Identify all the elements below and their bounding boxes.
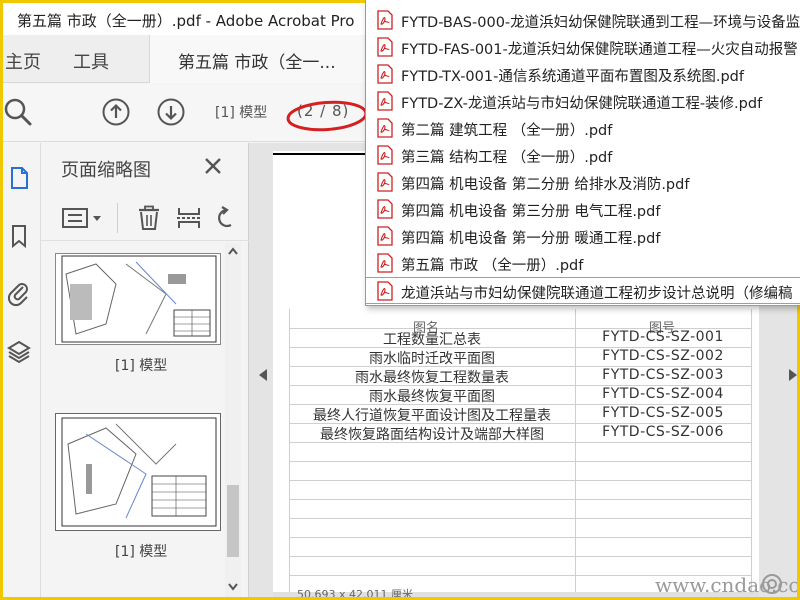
file-item[interactable]: 第四篇 机电设备 第二分册 给排水及消防.pdf	[366, 169, 800, 196]
page-thumbnail[interactable]	[55, 413, 221, 531]
thumbnail-label: [1] 模型	[115, 358, 168, 374]
pdf-file-icon	[377, 281, 393, 301]
scroll-up-icon[interactable]	[228, 247, 238, 255]
tab-tools[interactable]: 工具	[73, 48, 109, 74]
drawing-name: 最终人行道恢复平面设计图及工程量表	[313, 408, 551, 424]
window-title: 第五篇 市政（全一册）.pdf - Adobe Acrobat Pro	[17, 12, 355, 30]
recent-files-dropdown: FYTD-BAS-000-龙道浜妇幼保健院联通到工程—环境与设备监控 FYTD-…	[365, 0, 800, 306]
drawing-name: 工程数量汇总表	[383, 332, 481, 348]
trash-icon[interactable]	[135, 205, 163, 231]
arrow-down-circle-icon[interactable]	[156, 97, 186, 127]
page-label-input[interactable]: [1] 模型	[215, 102, 267, 122]
table-row: 工程数量汇总表 FYTD-CS-SZ-001	[289, 328, 751, 348]
file-item[interactable]: FYTD-TX-001-通信系统通道平面布置图及系统图.pdf	[366, 61, 800, 88]
table-gridline	[289, 480, 751, 481]
tab-document[interactable]: 第五篇 市政（全一...	[149, 35, 373, 83]
file-item[interactable]: FYTD-ZX-龙道浜站与市妇幼保健院联通道工程-装修.pdf	[366, 88, 800, 115]
table-row: 最终人行道恢复平面设计图及工程量表 FYTD-CS-SZ-005	[289, 404, 751, 424]
table-gridline	[289, 499, 751, 500]
arrow-up-circle-icon[interactable]	[101, 97, 131, 127]
navigation-rail	[3, 143, 41, 597]
file-name: 第二篇 建筑工程 （全一册）.pdf	[401, 123, 613, 139]
file-name: 第五篇 市政 （全一册）.pdf	[401, 258, 584, 274]
panel-title: 页面缩略图	[61, 160, 151, 181]
file-item[interactable]: 第四篇 机电设备 第一分册 暖通工程.pdf	[366, 223, 800, 250]
pdf-file-icon	[377, 253, 393, 273]
pdf-file-icon	[377, 64, 393, 84]
file-item[interactable]: 第四篇 机电设备 第三分册 电气工程.pdf	[366, 196, 800, 223]
file-name: FYTD-FAS-001-龙道浜妇幼保健院联通道工程—火灾自动报警	[401, 42, 798, 58]
thumbnail-toolbar	[41, 195, 249, 241]
table-gridline	[289, 537, 751, 538]
drawing-code: FYTD-CS-SZ-006	[602, 424, 724, 440]
file-name: 第四篇 机电设备 第三分册 电气工程.pdf	[401, 204, 661, 220]
file-item[interactable]: 第二篇 建筑工程 （全一册）.pdf	[366, 115, 800, 142]
table-gridline	[751, 309, 752, 597]
drawing-code: FYTD-CS-SZ-005	[602, 405, 724, 421]
scroll-down-icon[interactable]	[228, 583, 238, 591]
scroll-right-icon[interactable]	[787, 368, 797, 382]
page-thumbnail[interactable]	[55, 253, 221, 345]
table-gridline	[289, 556, 751, 557]
file-name: FYTD-TX-001-通信系统通道平面布置图及系统图.pdf	[401, 69, 744, 85]
file-item-selected[interactable]: 龙道浜站与市妇幼保健院联通道工程初步设计总说明（修编稿	[366, 277, 800, 304]
file-name: FYTD-BAS-000-龙道浜妇幼保健院联通到工程—环境与设备监控	[401, 15, 800, 31]
page-size-readout: 50.693 x 42.011 厘米	[297, 588, 413, 597]
watermark-logo-icon	[762, 574, 782, 594]
table-row: 雨水最终恢复平面图 FYTD-CS-SZ-004	[289, 385, 751, 405]
drawing-code: FYTD-CS-SZ-002	[602, 348, 724, 364]
table-row: 雨水临时迁改平面图 FYTD-CS-SZ-002	[289, 347, 751, 367]
page-thumbnails-panel: 页面缩略图 [1] 模型 [1] 模型	[41, 143, 249, 597]
close-icon[interactable]	[203, 156, 223, 176]
document-tab-label: 第五篇 市政（全一...	[178, 53, 336, 73]
drawing-name: 雨水临时迁改平面图	[369, 351, 495, 367]
file-item[interactable]: FYTD-FAS-001-龙道浜妇幼保健院联通道工程—火灾自动报警	[366, 34, 800, 61]
tab-home[interactable]: 主页	[5, 48, 41, 74]
attachment-icon[interactable]	[6, 281, 32, 307]
scrollbar-thumb[interactable]	[227, 485, 239, 557]
extract-pages-icon[interactable]	[175, 205, 203, 231]
pdf-file-icon	[377, 37, 393, 57]
pdf-file-icon	[377, 226, 393, 246]
pdf-file-icon	[377, 10, 393, 30]
table-row: 最终恢复路面结构设计及端部大样图 FYTD-CS-SZ-006	[289, 423, 751, 443]
bookmark-icon[interactable]	[6, 223, 32, 249]
file-name: 龙道浜站与市妇幼保健院联通道工程初步设计总说明（修编稿	[401, 286, 793, 302]
pdf-file-icon	[377, 145, 393, 165]
thumbnail-label: [1] 模型	[115, 544, 168, 560]
search-icon[interactable]	[3, 97, 33, 127]
options-icon[interactable]	[61, 205, 105, 231]
file-name: 第四篇 机电设备 第一分册 暖通工程.pdf	[401, 231, 661, 247]
pdf-file-icon	[377, 118, 393, 138]
file-item[interactable]: FYTD-BAS-000-龙道浜妇幼保健院联通到工程—环境与设备监控	[366, 7, 800, 34]
drawing-name: 雨水最终恢复工程数量表	[355, 370, 509, 386]
drawing-code: FYTD-CS-SZ-001	[602, 329, 724, 345]
drawing-name: 雨水最终恢复平面图	[369, 389, 495, 405]
pdf-file-icon	[377, 91, 393, 111]
layers-icon[interactable]	[6, 339, 32, 365]
drawing-name: 最终恢复路面结构设计及端部大样图	[320, 427, 544, 443]
toolbar-separator	[117, 203, 118, 233]
scroll-left-icon[interactable]	[257, 368, 269, 382]
drawing-code: FYTD-CS-SZ-004	[602, 386, 724, 402]
page-thumbnails-icon[interactable]	[6, 165, 32, 191]
file-name: FYTD-ZX-龙道浜站与市妇幼保健院联通道工程-装修.pdf	[401, 96, 763, 112]
pdf-file-icon	[377, 172, 393, 192]
file-name: 第四篇 机电设备 第二分册 给排水及消防.pdf	[401, 177, 690, 193]
file-name: 第三篇 结构工程 （全一册）.pdf	[401, 150, 613, 166]
thumbnail-scrollbar[interactable]	[225, 243, 241, 597]
red-highlight-ellipse	[286, 100, 368, 132]
file-item[interactable]: 第五篇 市政 （全一册）.pdf	[366, 250, 800, 277]
table-row: 雨水最终恢复工程数量表 FYTD-CS-SZ-003	[289, 366, 751, 386]
thumbnail-drawing	[61, 417, 217, 527]
thumbnail-drawing	[61, 255, 217, 343]
table-gridline	[289, 461, 751, 462]
rotate-icon[interactable]	[213, 205, 237, 231]
file-item[interactable]: 第三篇 结构工程 （全一册）.pdf	[366, 142, 800, 169]
drawing-code: FYTD-CS-SZ-003	[602, 367, 724, 383]
table-gridline	[289, 518, 751, 519]
pdf-file-icon	[377, 199, 393, 219]
